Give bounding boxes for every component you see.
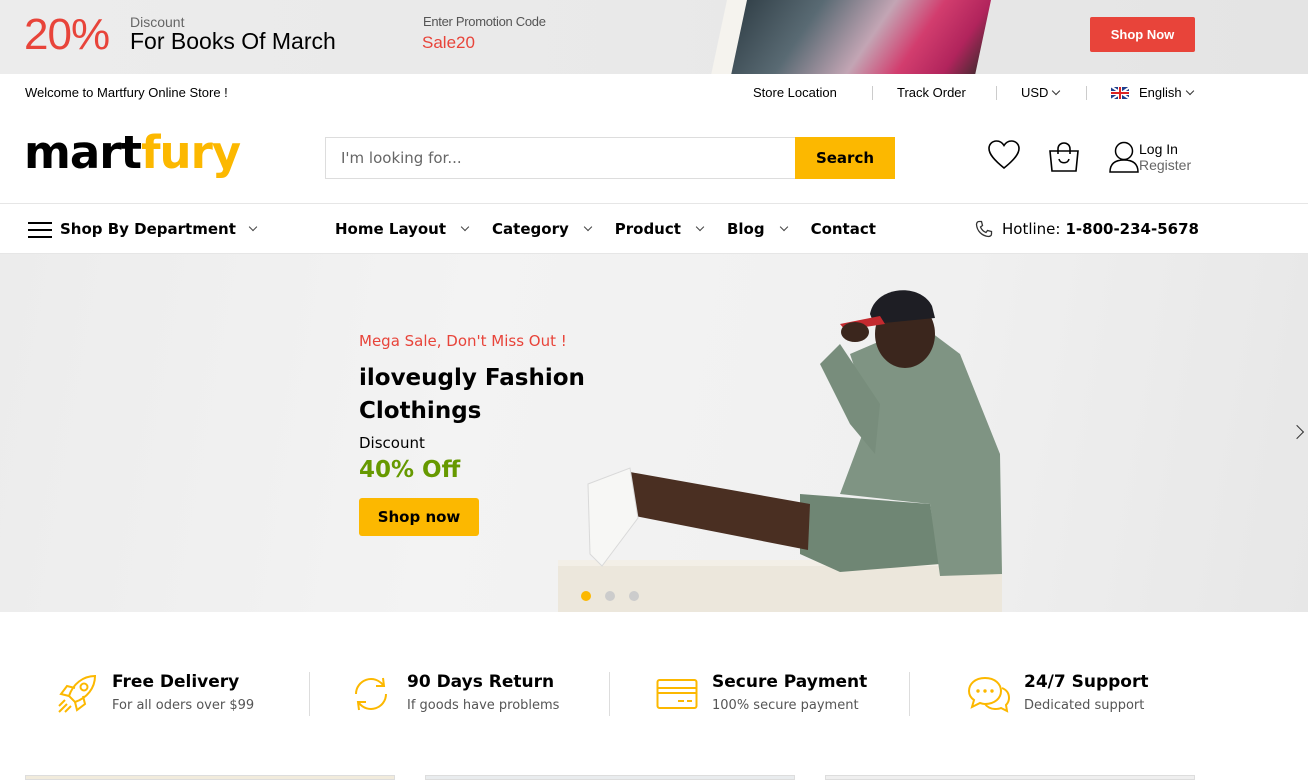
feature-title: 24/7 Support (1024, 672, 1149, 692)
credit-card-icon (656, 679, 698, 709)
promo-discount-title: For Books Of March (130, 28, 336, 54)
promo-code: Sale20 (422, 33, 475, 52)
slider-dot-2[interactable] (605, 591, 615, 601)
slider-dots (581, 591, 653, 601)
hotline[interactable]: Hotline: 1-800-234-5678 (975, 220, 1199, 238)
refresh-icon (355, 677, 387, 711)
currency-select[interactable]: USD (1021, 85, 1061, 100)
menu-icon (28, 221, 52, 238)
hero-slider: Mega Sale, Don't Miss Out ! iloveugly Fa… (0, 254, 1308, 612)
nav-item-label: Product (614, 220, 681, 238)
search-button[interactable]: Search (795, 137, 895, 179)
chevron-down-icon (1185, 86, 1194, 95)
currency-label: USD (1021, 85, 1049, 100)
nav-item-home-layout[interactable]: Home Layout (335, 220, 470, 238)
book-image (704, 0, 997, 74)
main-nav: Shop By Department Home Layout Category … (0, 204, 1308, 254)
nav-item-label: Blog (726, 220, 765, 238)
next-slide-arrow-icon[interactable] (1289, 424, 1305, 440)
chevron-down-icon (695, 222, 705, 232)
hero-discount-label: Discount (359, 434, 425, 452)
department-label: Shop By Department (60, 220, 236, 238)
language-label: English (1139, 85, 1182, 100)
nav-links: Home Layout Category Product Blog Contac… (335, 220, 900, 238)
shop-by-department-menu[interactable]: Shop By Department (28, 220, 258, 238)
feature-title: Secure Payment (712, 672, 868, 692)
hotline-number: 1-800-234-5678 (1065, 220, 1199, 238)
feature-subtitle: Dedicated support (1024, 698, 1145, 713)
rocket-icon (58, 674, 97, 713)
promo-card-2[interactable] (425, 775, 795, 780)
feature-secure-payment: Secure Payment 100% secure payment (712, 672, 867, 713)
header: martfury Search Log In Register (0, 112, 1308, 204)
divider (996, 86, 997, 100)
welcome-message: Welcome to Martfury Online Store ! (25, 85, 228, 100)
promo-banner: 20% Discount For Books Of March Enter Pr… (0, 0, 1308, 74)
feature-title: Free Delivery (112, 672, 240, 692)
feature-subtitle: For all oders over $99 (112, 698, 255, 713)
feature-free-delivery: Free Delivery For all oders over $99 (112, 672, 254, 713)
search-bar: Search (325, 137, 895, 179)
logo[interactable]: martfury (24, 126, 241, 179)
chevron-down-icon (583, 222, 592, 232)
hero-title: iloveugly Fashion Clothings (359, 365, 585, 424)
promo-percent: 20% (24, 10, 110, 59)
heart-icon[interactable] (988, 140, 1020, 170)
track-order-link[interactable]: Track Order (897, 85, 966, 100)
hero-image (558, 290, 1002, 612)
promo-card-3[interactable] (825, 775, 1195, 780)
promo-code-label: Enter Promotion Code (423, 14, 546, 29)
nav-item-product[interactable]: Product (614, 220, 705, 238)
chevron-down-icon (460, 222, 470, 232)
promo-shop-now-button[interactable]: Shop Now (1090, 17, 1195, 52)
language-select[interactable]: English (1111, 85, 1194, 100)
hero-subtitle: Mega Sale, Don't Miss Out ! (359, 332, 567, 350)
feature-support: 24/7 Support Dedicated support (1024, 672, 1149, 713)
phone-icon (975, 220, 993, 238)
account-links: Log In Register (1139, 141, 1191, 173)
nav-item-category[interactable]: Category (492, 220, 592, 238)
uk-flag-icon (1111, 86, 1129, 99)
feature-90-days-return: 90 Days Return If goods have problems (407, 672, 559, 713)
hero-shop-now-button[interactable]: Shop now (359, 498, 479, 536)
chevron-down-icon (1052, 86, 1061, 95)
nav-item-label: Home Layout (335, 220, 447, 238)
nav-item-contact[interactable]: Contact (811, 220, 876, 238)
feature-title: 90 Days Return (407, 672, 555, 692)
promo-card-1[interactable] (25, 775, 395, 780)
feature-subtitle: 100% secure payment (712, 698, 859, 713)
feature-subtitle: If goods have problems (407, 698, 560, 713)
user-icon[interactable] (1109, 141, 1139, 173)
features-strip: Free Delivery For all oders over $99 90 … (0, 660, 1308, 730)
register-link[interactable]: Register (1139, 157, 1191, 173)
slider-dot-1[interactable] (581, 591, 591, 601)
hotline-label: Hotline: (1002, 220, 1061, 238)
divider (1086, 86, 1087, 100)
slider-dot-3[interactable] (629, 591, 639, 601)
nav-item-blog[interactable]: Blog (726, 220, 788, 238)
divider (872, 86, 873, 100)
divider (909, 672, 910, 716)
nav-item-label: Category (492, 220, 569, 238)
nav-item-label: Contact (810, 220, 876, 238)
chevron-down-icon (248, 222, 258, 232)
store-location-link[interactable]: Store Location (753, 85, 837, 100)
chat-icon (967, 676, 1011, 713)
top-bar: Welcome to Martfury Online Store ! Store… (0, 74, 1308, 112)
divider (609, 672, 610, 716)
shopping-bag-icon[interactable] (1048, 142, 1080, 172)
login-link[interactable]: Log In (1139, 141, 1191, 157)
chevron-down-icon (779, 222, 788, 232)
divider (309, 672, 310, 716)
search-input[interactable] (325, 137, 795, 179)
hero-discount-value: 40% Off (359, 457, 461, 483)
